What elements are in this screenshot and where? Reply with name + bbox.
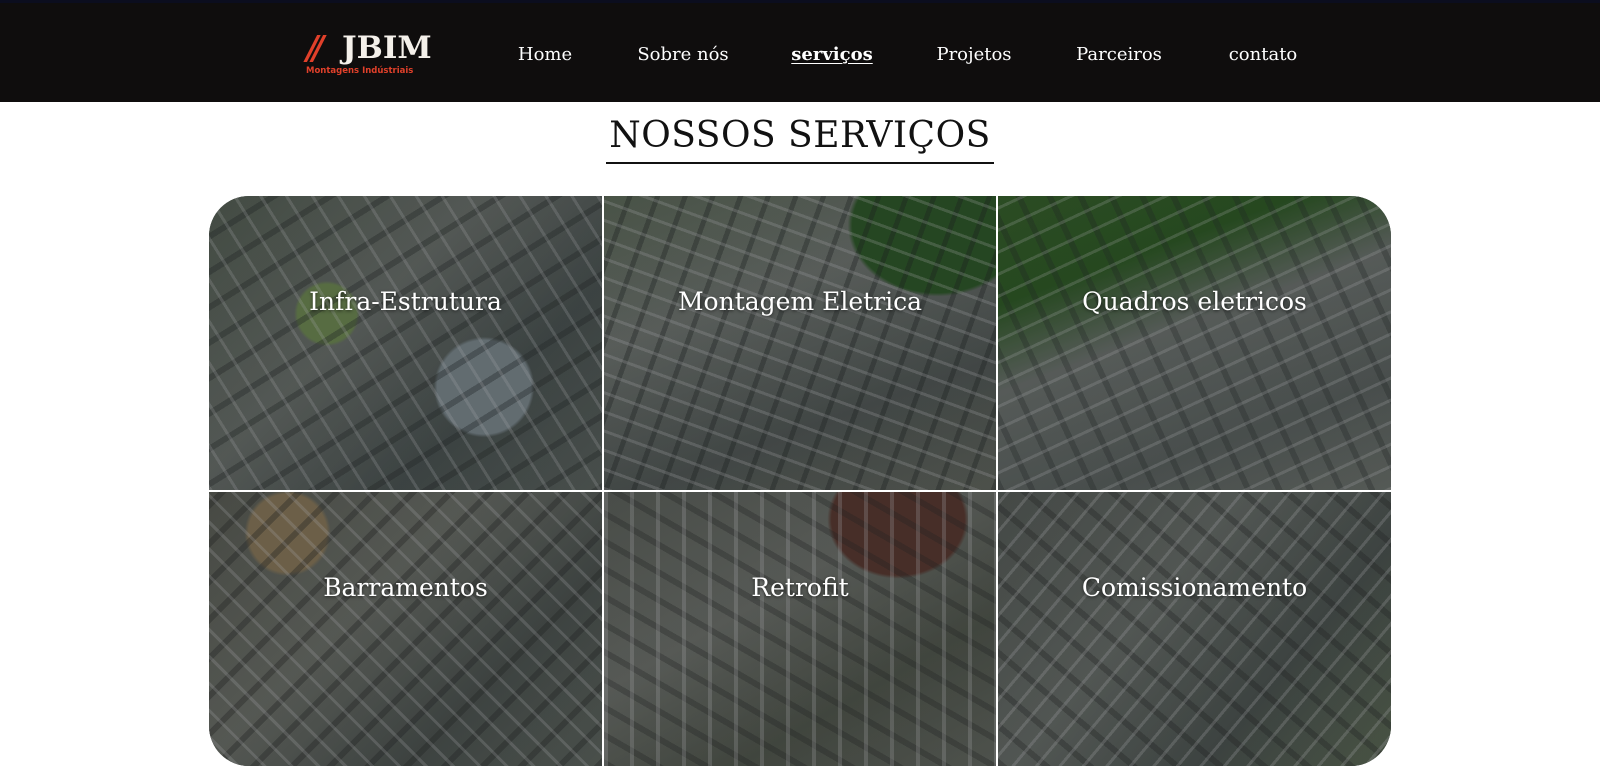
- nav-link-parceiros[interactable]: Parceiros: [1076, 41, 1162, 69]
- section-title: NOSSOS SERVIÇOS: [609, 115, 991, 156]
- service-label: Montagem Eletrica: [677, 286, 923, 316]
- grid-divider: [602, 196, 604, 766]
- industrial-plant-image: [604, 492, 996, 766]
- service-label: Comissionamento: [1081, 572, 1308, 602]
- industrial-plant-image: [209, 492, 602, 766]
- navbar: // JBIM Montagens Indústriais Home Sobre…: [0, 3, 1600, 102]
- service-tile-infra-estrutura[interactable]: Infra-Estrutura: [209, 196, 602, 490]
- logo-name: JBIM: [342, 30, 432, 66]
- services-grid: Infra-Estrutura Montagem Eletrica Quadro…: [209, 196, 1391, 766]
- service-label: Quadros eletricos: [1082, 286, 1307, 316]
- nav-link-sobre-nos[interactable]: Sobre nós: [637, 41, 728, 69]
- service-tile-barramentos[interactable]: Barramentos: [209, 492, 602, 766]
- service-tile-quadros-eletricos[interactable]: Quadros eletricos: [998, 196, 1391, 490]
- industrial-plant-image: [604, 196, 996, 490]
- service-tile-retrofit[interactable]: Retrofit: [604, 492, 996, 766]
- title-underline: [606, 162, 994, 164]
- brand-logo[interactable]: // JBIM Montagens Indústriais: [306, 29, 451, 79]
- service-tile-montagem-eletrica[interactable]: Montagem Eletrica: [604, 196, 996, 490]
- service-label: Retrofit: [751, 572, 849, 602]
- nav-link-home[interactable]: Home: [518, 41, 572, 69]
- grid-divider: [209, 490, 1391, 492]
- industrial-plant-image: [209, 196, 602, 490]
- logo-slashes: //: [306, 28, 324, 67]
- industrial-plant-image: [998, 196, 1391, 490]
- service-tile-comissionamento[interactable]: Comissionamento: [998, 492, 1391, 766]
- service-label: Barramentos: [323, 572, 488, 602]
- service-label: Infra-Estrutura: [309, 286, 502, 316]
- industrial-plant-image: [998, 492, 1391, 766]
- nav-link-servicos[interactable]: serviços: [791, 41, 872, 69]
- logo-tagline: Montagens Indústriais: [306, 66, 414, 76]
- nav-link-projetos[interactable]: Projetos: [936, 41, 1011, 69]
- grid-divider: [996, 196, 998, 766]
- nav-link-contato[interactable]: contato: [1229, 41, 1298, 69]
